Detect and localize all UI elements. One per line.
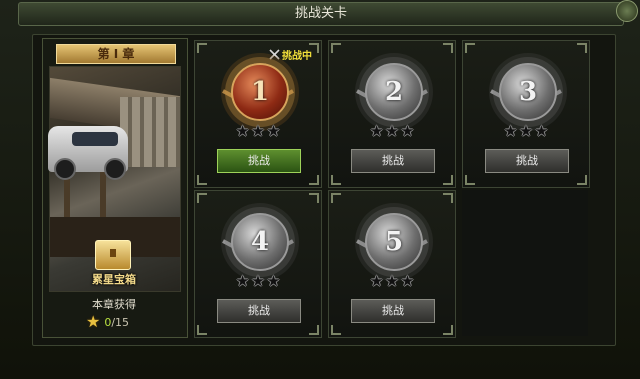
challenge-button-2[interactable]: 挑战 (351, 149, 435, 173)
level-emblem-2: 2 (365, 63, 423, 121)
star-icon: ★ (266, 122, 281, 140)
chest-label: 累星宝箱 (92, 273, 136, 286)
challenge-button-4[interactable]: 挑战 (217, 299, 301, 323)
level-emblem-4: 4 (231, 213, 289, 271)
level-card-5[interactable]: 5 ★ ★ ★ 挑战 (328, 190, 456, 338)
level-number: 4 (250, 227, 270, 257)
window-title: 挑战关卡 (18, 2, 624, 26)
empty-level-slot (462, 190, 588, 336)
level-card-4[interactable]: 4 ★ ★ ★ 挑战 (194, 190, 322, 338)
chapter-obtained-label: 本章获得 (92, 298, 136, 311)
level-number: 5 (384, 227, 404, 257)
star-progress: ★ 0/15 (86, 314, 129, 330)
level-emblem-1: 1 (231, 63, 289, 121)
star-icon: ★ (251, 122, 265, 140)
level-card-3[interactable]: 3 ★ ★ ★ 挑战 (462, 40, 590, 188)
level-number: 2 (384, 77, 404, 107)
challenge-button-5[interactable]: 挑战 (351, 299, 435, 323)
star-icon: ★ (235, 122, 250, 140)
star-icon: ★ (385, 272, 399, 290)
level-emblem-3: 3 (499, 63, 557, 121)
star-count-total: /15 (111, 315, 130, 329)
level-stars: ★ ★ ★ (367, 273, 417, 289)
star-count: 0/15 (104, 316, 129, 329)
chapter-title: 第 I 章 (56, 44, 176, 64)
star-icon: ★ (400, 272, 415, 290)
star-icon: ★ (519, 122, 533, 140)
star-icon: ★ (385, 122, 399, 140)
star-icon: ★ (369, 122, 384, 140)
star-icon: ★ (400, 122, 415, 140)
star-icon: ★ (369, 272, 384, 290)
star-icon: ★ (266, 272, 281, 290)
star-icon: ★ (503, 122, 518, 140)
level-stars: ★ ★ ★ (501, 123, 551, 139)
in-progress-label: 挑战中 (282, 51, 312, 62)
level-card-1[interactable]: 挑战中 1 ★ ★ ★ 挑战 (194, 40, 322, 188)
level-stars: ★ ★ ★ (233, 273, 283, 289)
suv-illustration (48, 126, 128, 180)
level-card-2[interactable]: 2 ★ ★ ★ 挑战 (328, 40, 456, 188)
star-icon: ★ (251, 272, 265, 290)
level-stars: ★ ★ ★ (367, 123, 417, 139)
crossed-swords-icon (269, 49, 280, 60)
star-icon: ★ (534, 122, 549, 140)
level-number: 3 (518, 77, 538, 107)
level-number: 1 (250, 77, 270, 107)
treasure-chest-icon[interactable] (95, 240, 131, 270)
in-progress-badge: 挑战中 (269, 47, 312, 62)
star-icon: ★ (235, 272, 250, 290)
level-stars: ★ ★ ★ (233, 123, 283, 139)
challenge-button-1[interactable]: 挑战 (217, 149, 301, 173)
star-icon: ★ (86, 312, 101, 331)
close-icon[interactable] (616, 0, 638, 22)
challenge-button-3[interactable]: 挑战 (485, 149, 569, 173)
level-emblem-5: 5 (365, 213, 423, 271)
